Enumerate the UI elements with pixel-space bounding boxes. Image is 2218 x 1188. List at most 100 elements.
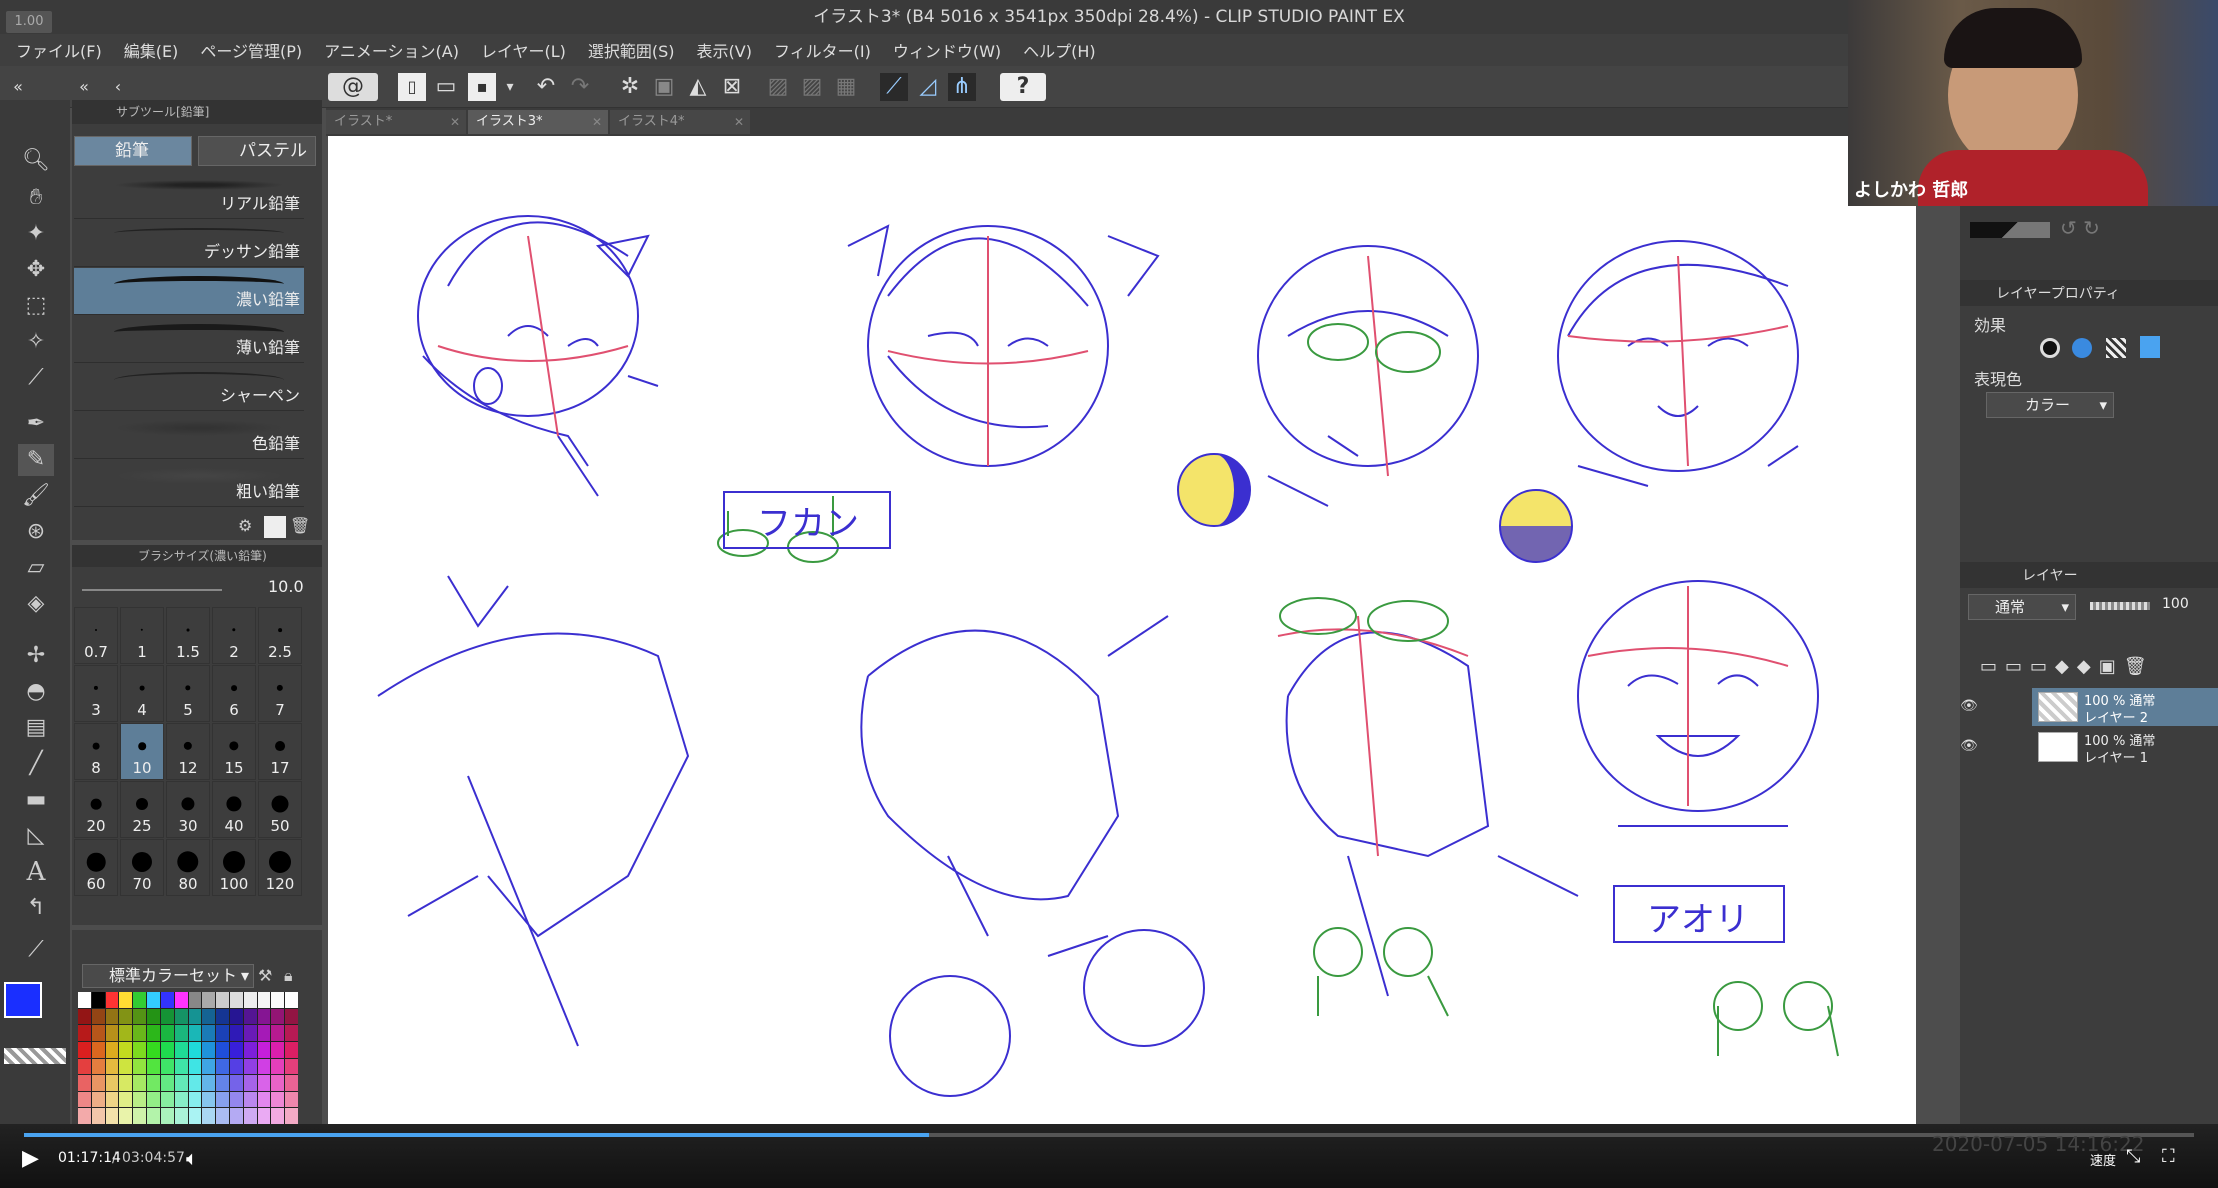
- color-swatch[interactable]: [147, 1025, 160, 1041]
- transform-icon[interactable]: ▣: [650, 73, 678, 101]
- brush-size-option[interactable]: 40: [212, 781, 256, 838]
- clear-icon[interactable]: ✲: [616, 73, 644, 101]
- color-swatch[interactable]: [202, 1008, 216, 1025]
- color-swatch[interactable]: [285, 1058, 298, 1075]
- brush-rough-pencil[interactable]: 粗い鉛筆: [74, 460, 304, 507]
- color-swatch[interactable]: [229, 1058, 243, 1075]
- color-swatch[interactable]: [271, 1058, 285, 1075]
- brush-size-value[interactable]: 10.0: [268, 577, 304, 596]
- color-swatch[interactable]: [271, 1091, 285, 1108]
- color-swatch[interactable]: [147, 1041, 160, 1058]
- brush-size-option[interactable]: 7: [258, 665, 302, 722]
- figure-icon[interactable]: ╱: [18, 748, 54, 780]
- tab-pastel[interactable]: パステル: [198, 136, 316, 166]
- decoration-icon[interactable]: ✢: [18, 640, 54, 672]
- color-swatch[interactable]: [229, 1025, 243, 1041]
- progress-bar[interactable]: [24, 1133, 2194, 1137]
- eraser-icon[interactable]: ▱: [18, 552, 54, 584]
- color-swatch[interactable]: [78, 992, 91, 1008]
- pencil-icon[interactable]: ✎: [18, 444, 54, 476]
- auto-select-icon[interactable]: ✧: [18, 326, 54, 358]
- color-swatch[interactable]: [216, 1091, 229, 1108]
- color-swatch[interactable]: [216, 1108, 229, 1124]
- color-swatch[interactable]: [229, 1075, 243, 1091]
- airbrush-icon[interactable]: ⊛: [18, 516, 54, 548]
- color-swatch[interactable]: [78, 1058, 91, 1075]
- rotate-icon[interactable]: ↺ ↻: [2060, 216, 2140, 240]
- color-swatch[interactable]: [147, 1091, 160, 1108]
- color-swatch[interactable]: [133, 992, 147, 1008]
- menu-window[interactable]: ウィンドウ(W): [893, 38, 1001, 62]
- brush-size-option[interactable]: 50: [258, 781, 302, 838]
- grid-snap-icon[interactable]: ⋔: [948, 73, 976, 101]
- color-swatch[interactable]: [133, 1041, 147, 1058]
- color-swatch[interactable]: [133, 1025, 147, 1041]
- brush-mechanical-pencil[interactable]: シャーペン: [74, 364, 304, 411]
- color-swatch[interactable]: [105, 1075, 119, 1091]
- color-swatch[interactable]: [174, 1108, 188, 1124]
- selection-icon[interactable]: ⬚: [18, 290, 54, 322]
- color-swatch[interactable]: [257, 1091, 271, 1108]
- color-swatch[interactable]: [229, 992, 243, 1008]
- brush-size-option[interactable]: 2: [212, 607, 256, 664]
- color-swatch[interactable]: [174, 1008, 188, 1025]
- brush-size-option[interactable]: 12: [166, 723, 210, 780]
- color-swatch[interactable]: [119, 992, 133, 1008]
- color-swatch[interactable]: [216, 1075, 229, 1091]
- fill-bucket-icon[interactable]: ◈: [18, 588, 54, 620]
- menu-page[interactable]: ページ管理(P): [200, 38, 302, 62]
- brush-size-option[interactable]: 60: [74, 839, 118, 896]
- color-effect-icon[interactable]: [2140, 336, 2160, 358]
- color-swatch[interactable]: [243, 1091, 257, 1108]
- redo-icon[interactable]: ↷: [566, 73, 594, 101]
- menu-layer[interactable]: レイヤー(L): [481, 38, 566, 62]
- color-swatch[interactable]: [147, 1108, 160, 1124]
- brush-dessin-pencil[interactable]: デッサン鉛筆: [74, 220, 304, 267]
- color-swatch[interactable]: [174, 992, 188, 1008]
- color-swatch[interactable]: [91, 1075, 105, 1091]
- scale-icon[interactable]: ⊠: [718, 73, 746, 101]
- balloon-icon[interactable]: ↰: [18, 892, 54, 924]
- move-layer-icon[interactable]: ✥: [18, 254, 54, 286]
- menu-file[interactable]: ファイル(F): [16, 38, 102, 62]
- clip-studio-logo-icon[interactable]: @: [328, 73, 378, 101]
- color-swatch[interactable]: [174, 1025, 188, 1041]
- color-swatch[interactable]: [91, 1025, 105, 1041]
- color-swatch[interactable]: [78, 1091, 91, 1108]
- color-swatch[interactable]: [271, 1025, 285, 1041]
- ruler-snap-icon[interactable]: ⟋: [880, 73, 908, 101]
- color-swatch[interactable]: [257, 1025, 271, 1041]
- brush-size-option[interactable]: 5: [166, 665, 210, 722]
- menu-edit[interactable]: 編集(E): [124, 38, 179, 62]
- color-swatch[interactable]: [119, 1025, 133, 1041]
- color-swatch[interactable]: [202, 1041, 216, 1058]
- tab-illust3[interactable]: イラスト3* ✕: [468, 110, 608, 134]
- color-swatch[interactable]: [243, 992, 257, 1008]
- color-swatch[interactable]: [119, 1008, 133, 1025]
- shrink-icon[interactable]: ⤡: [2126, 1146, 2140, 1167]
- color-swatch[interactable]: [285, 992, 298, 1008]
- color-swatch[interactable]: [285, 1091, 298, 1108]
- color-swatch[interactable]: [271, 1108, 285, 1124]
- color-swatch[interactable]: [285, 1025, 298, 1041]
- brush-size-option[interactable]: 80: [166, 839, 210, 896]
- color-swatch[interactable]: [147, 992, 160, 1008]
- color-swatch[interactable]: [216, 992, 229, 1008]
- collapse-panel-icon[interactable]: «: [70, 73, 98, 101]
- color-swatch[interactable]: [105, 1108, 119, 1124]
- menu-selection[interactable]: 選択範囲(S): [588, 38, 675, 62]
- trash-icon[interactable]: 🗑︎: [290, 516, 312, 538]
- brush-size-option[interactable]: 100: [212, 839, 256, 896]
- color-swatch[interactable]: [188, 1091, 202, 1108]
- color-swatch[interactable]: [105, 1008, 119, 1025]
- transparent-color-swatch[interactable]: [4, 1048, 66, 1064]
- brush-size-option[interactable]: 1.5: [166, 607, 210, 664]
- chevron-left-icon[interactable]: ‹: [104, 73, 132, 101]
- color-swatch[interactable]: [202, 1075, 216, 1091]
- color-swatch[interactable]: [91, 992, 105, 1008]
- color-swatch[interactable]: [202, 1058, 216, 1075]
- color-swatch[interactable]: [78, 1075, 91, 1091]
- undo-icon[interactable]: ↶: [532, 73, 560, 101]
- menu-help[interactable]: ヘルプ(H): [1023, 38, 1096, 62]
- color-swatch[interactable]: [243, 1108, 257, 1124]
